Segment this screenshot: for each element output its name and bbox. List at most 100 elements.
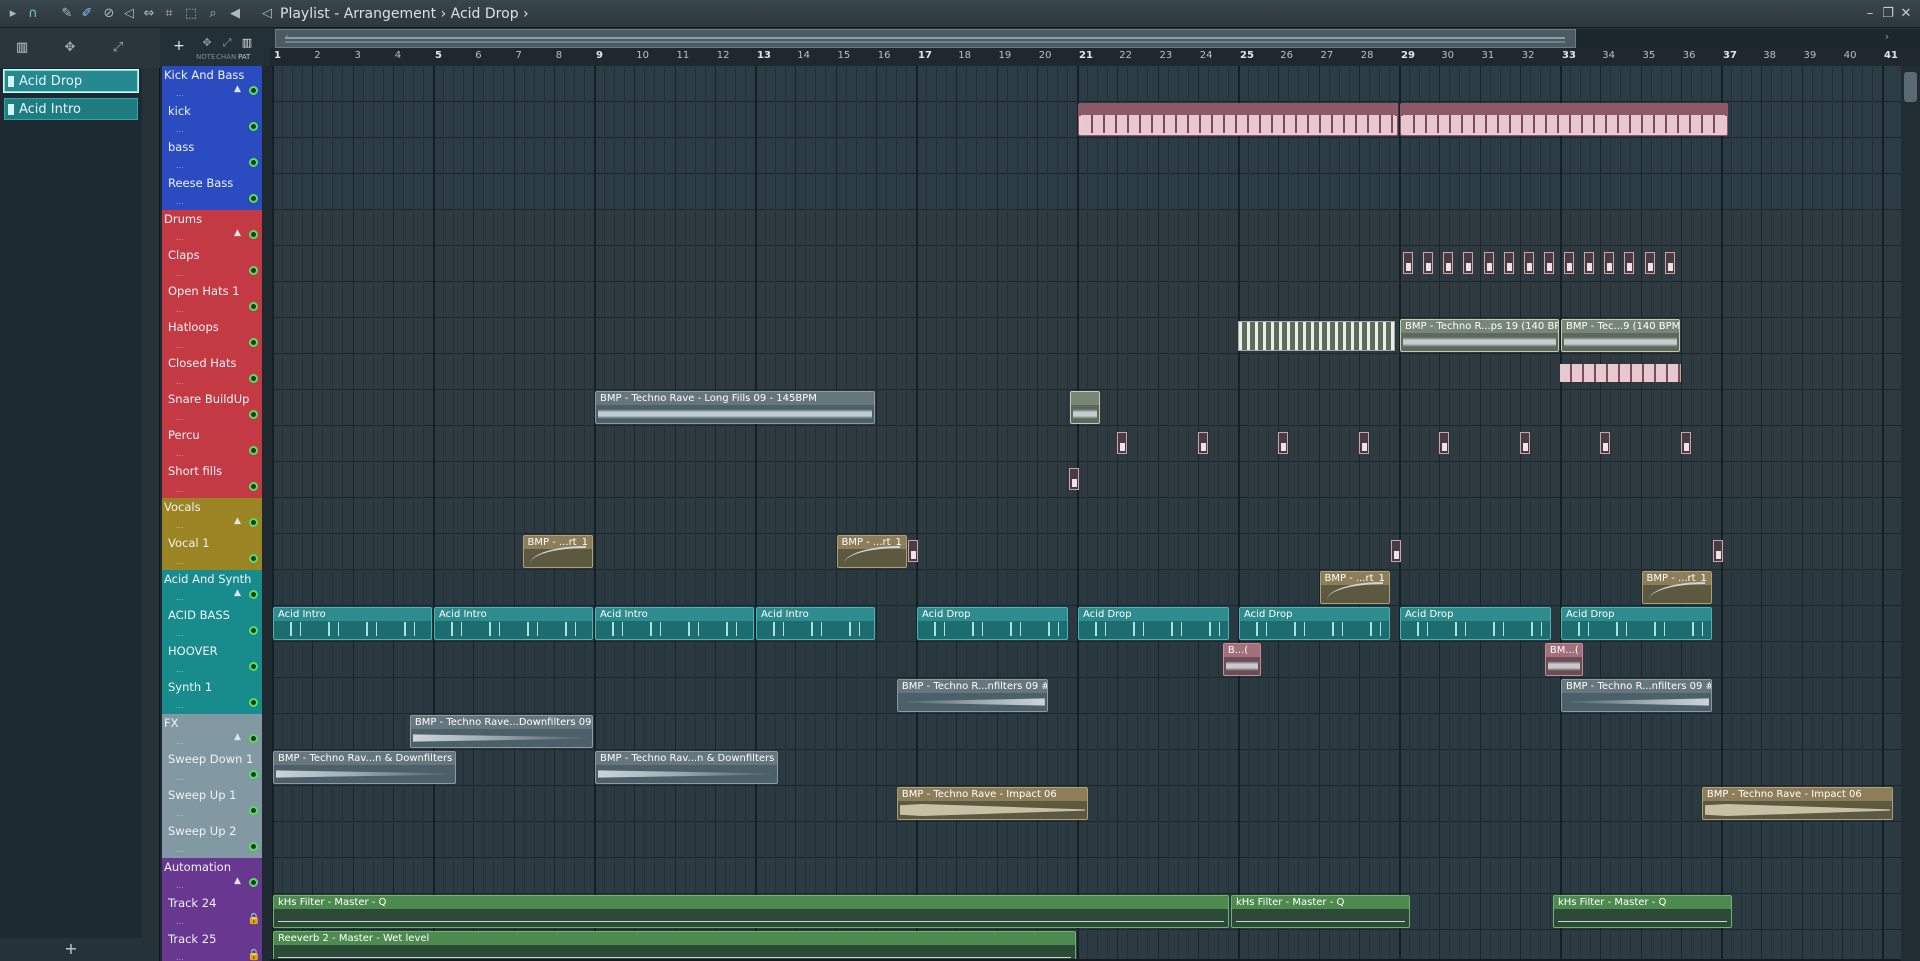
track-mute-led[interactable] xyxy=(249,734,258,743)
playlist-clip[interactable]: kHs Filter - Master - Q xyxy=(1230,895,1411,928)
track-menu-icon[interactable]: ... xyxy=(176,809,184,818)
track-menu-icon[interactable]: ... xyxy=(176,413,184,422)
clap-clip[interactable] xyxy=(1664,252,1675,274)
track-mute-led[interactable] xyxy=(249,482,258,491)
track-mute-led[interactable] xyxy=(249,518,258,527)
track-group-header[interactable]: Acid And Synth... ▲ xyxy=(162,570,262,606)
playlist-grid[interactable]: BMP - Techno Rave - Long Fills 09 - 145B… xyxy=(272,66,1901,959)
playlist-clip[interactable]: Acid Intro xyxy=(595,607,754,640)
track-menu-icon[interactable]: ... xyxy=(176,341,184,350)
pattern-item[interactable]: Acid Intro xyxy=(4,98,138,120)
curve-icon[interactable]: ⤢ xyxy=(108,40,128,58)
lock-icon[interactable]: 🔒 xyxy=(247,912,261,925)
clap-clip[interactable] xyxy=(1483,252,1494,274)
playlist-clip[interactable]: B...( xyxy=(1222,643,1262,676)
track-menu-icon[interactable]: ... xyxy=(176,269,184,278)
clap-clip[interactable] xyxy=(1604,252,1615,274)
track-header[interactable]: HOOVER... xyxy=(162,642,262,678)
clap-clip[interactable] xyxy=(1463,252,1474,274)
percu-clip[interactable] xyxy=(1439,432,1450,454)
mute-icon[interactable]: ◁ xyxy=(120,4,138,24)
collapse-icon[interactable]: ▲ xyxy=(234,228,241,238)
track-menu-icon[interactable]: ... xyxy=(176,233,184,242)
track-menu-icon[interactable]: ... xyxy=(176,161,184,170)
track-header[interactable]: Sweep Up 1... xyxy=(162,786,262,822)
clap-clip[interactable] xyxy=(1644,252,1655,274)
pencil-icon[interactable]: ✎ xyxy=(58,4,76,24)
track-header[interactable]: Snare BuildUp... xyxy=(162,390,262,426)
clap-clip[interactable] xyxy=(1584,252,1595,274)
clap-clip[interactable] xyxy=(1423,252,1434,274)
playlist-clip[interactable]: BMP - Techno R...nfilters 09 #2 xyxy=(896,679,1048,712)
track-header[interactable]: Open Hats 1... xyxy=(162,282,262,318)
percu-clip[interactable] xyxy=(1680,432,1691,454)
playlist-clip[interactable]: Acid Intro xyxy=(273,607,432,640)
track-menu-icon[interactable]: ... xyxy=(176,593,184,602)
note-view-icon[interactable]: ✥ xyxy=(198,36,216,50)
closed-hats-clip[interactable] xyxy=(1560,364,1681,382)
track-header[interactable]: Short fills... xyxy=(162,462,262,498)
pattern-list-scrollbar[interactable] xyxy=(143,68,158,938)
track-mute-led[interactable] xyxy=(249,878,258,887)
clap-clip[interactable] xyxy=(1523,252,1534,274)
paint-icon[interactable]: ✐ xyxy=(78,4,96,24)
track-menu-icon[interactable]: ... xyxy=(176,89,184,98)
playlist-clip[interactable]: kHs Filter - Master - Q xyxy=(1552,895,1733,928)
piano-icon[interactable]: ▥ xyxy=(12,40,32,58)
playlist-clip[interactable]: BM...( xyxy=(1544,643,1584,676)
playlist-clip[interactable]: kHs Filter - Master - Q xyxy=(273,895,1229,928)
track-group-header[interactable]: FX... ▲ xyxy=(162,714,262,750)
track-header[interactable]: Claps... xyxy=(162,246,262,282)
track-mute-led[interactable] xyxy=(249,338,258,347)
track-header[interactable]: Percu... xyxy=(162,426,262,462)
track-mute-led[interactable] xyxy=(249,842,258,851)
playlist-clip[interactable]: BMP - ...rt_1 xyxy=(1641,571,1712,604)
track-menu-icon[interactable]: ... xyxy=(176,953,184,961)
track-menu-icon[interactable]: ... xyxy=(176,449,184,458)
playlist-clip[interactable] xyxy=(1078,103,1398,136)
vocal-clip[interactable] xyxy=(907,540,918,562)
track-menu-icon[interactable]: ... xyxy=(176,521,184,530)
pattern-item[interactable]: Acid Drop xyxy=(3,69,139,93)
percu-clip[interactable] xyxy=(1197,432,1208,454)
add-track-button[interactable]: + xyxy=(170,38,188,54)
track-group-header[interactable]: Kick And Bass... ▲ xyxy=(162,66,262,102)
collapse-icon[interactable]: ▲ xyxy=(234,84,241,94)
track-menu-icon[interactable]: ... xyxy=(176,377,184,386)
breadcrumb-arrow-icon[interactable]: › xyxy=(523,6,529,22)
percu-clip[interactable] xyxy=(1117,432,1128,454)
playlist-clip[interactable]: BMP - ...rt_1 xyxy=(836,535,907,568)
track-menu-icon[interactable]: ... xyxy=(176,629,184,638)
scroll-left-icon[interactable]: ‹ xyxy=(278,30,296,44)
track-mute-led[interactable] xyxy=(249,554,258,563)
track-menu-icon[interactable]: ... xyxy=(176,197,184,206)
clap-clip[interactable] xyxy=(1543,252,1554,274)
playlist-clip[interactable]: BMP - ...rt_1 xyxy=(1319,571,1390,604)
playlist-clip[interactable]: Acid Drop xyxy=(1239,607,1390,640)
playlist-clip[interactable]: Acid Intro xyxy=(756,607,875,640)
track-mute-led[interactable] xyxy=(249,266,258,275)
track-group-header[interactable]: Drums... ▲ xyxy=(162,210,262,246)
track-header[interactable]: Closed Hats... xyxy=(162,354,262,390)
hatloop-ticks[interactable] xyxy=(1238,321,1395,351)
playlist-clip[interactable]: BMP - Techno R...nfilters 09 #2 xyxy=(1561,679,1712,712)
playlist-clip[interactable]: Acid Drop xyxy=(1400,607,1551,640)
vertical-scrollbar[interactable] xyxy=(1901,66,1920,959)
clap-clip[interactable] xyxy=(1624,252,1635,274)
track-menu-icon[interactable]: ... xyxy=(176,125,184,134)
restore-button[interactable]: ❐ xyxy=(1880,4,1896,24)
playlist-clip[interactable]: BMP - Techno Rave...Downfilters 09 #2 xyxy=(409,715,593,748)
lock-icon[interactable]: 🔒 xyxy=(247,948,261,961)
playlist-clip[interactable]: BMP - ...rt_1 xyxy=(522,535,593,568)
arrangement-overview[interactable] xyxy=(275,29,1920,48)
playlist-clip[interactable]: Acid Drop xyxy=(1561,607,1712,640)
playlist-clip[interactable]: BMP - Techno Rave - Impact 06 xyxy=(1701,787,1894,820)
magnet-icon[interactable]: ∩ xyxy=(24,4,42,24)
short-fill-clip[interactable] xyxy=(1068,468,1079,490)
zoom-icon[interactable]: ⌕ xyxy=(204,4,222,24)
track-mute-led[interactable] xyxy=(249,662,258,671)
track-mute-led[interactable] xyxy=(249,806,258,815)
playlist-clip[interactable]: Acid Drop xyxy=(917,607,1068,640)
collapse-icon[interactable]: ▲ xyxy=(234,732,241,742)
track-menu-icon[interactable]: ... xyxy=(176,917,184,926)
